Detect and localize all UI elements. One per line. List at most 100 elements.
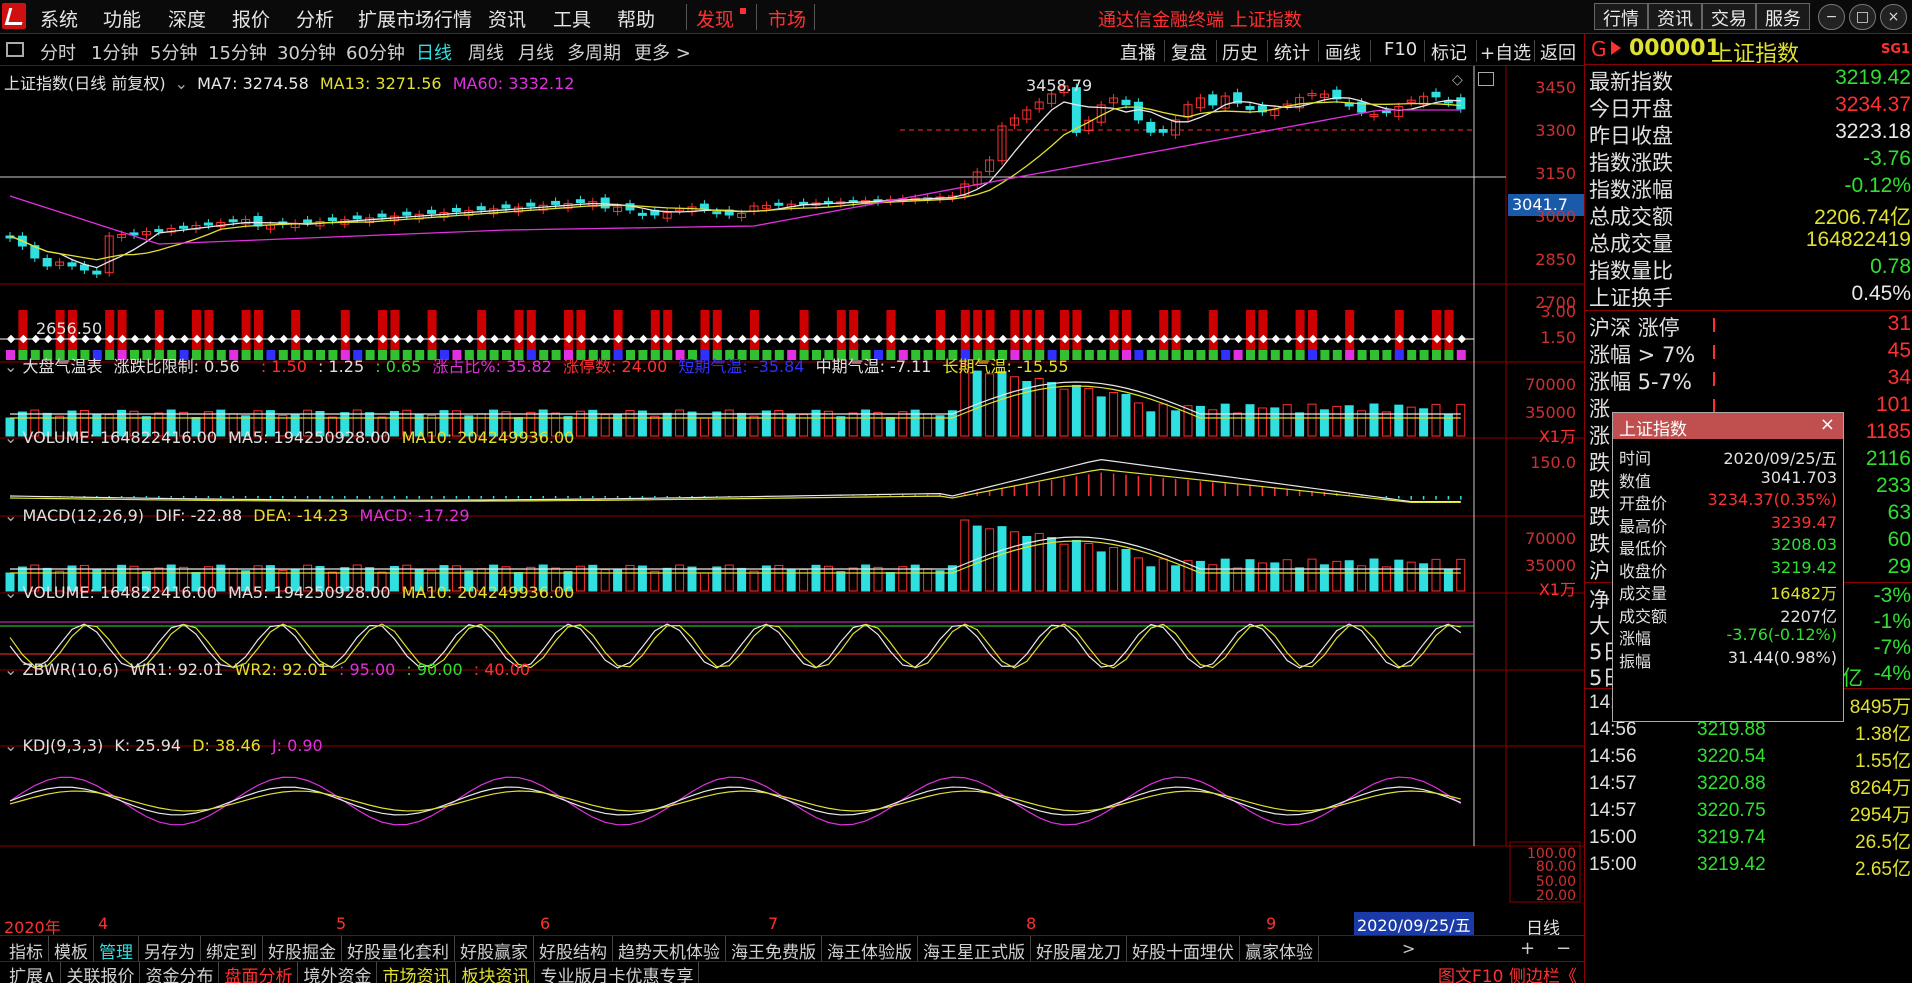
- tool-f10[interactable]: F10: [1384, 39, 1417, 60]
- volume1-bar: [1022, 380, 1032, 437]
- tick-trade-row: 14:57 3220.88 8264万: [1589, 773, 1911, 800]
- ma60-label: MA60: 3332.12: [452, 74, 575, 93]
- volume2-bar: [1047, 537, 1057, 592]
- tool-stats[interactable]: 统计: [1274, 39, 1310, 65]
- quote-row: 总成交量 164822419: [1589, 228, 1911, 256]
- menu-news[interactable]: 资讯: [488, 5, 526, 32]
- candle: [42, 257, 52, 267]
- tooltip-header[interactable]: 上证指数 ×: [1613, 413, 1843, 440]
- group-g-icon[interactable]: G: [1591, 37, 1607, 61]
- quote-row: 总成交额 2206.74亿: [1589, 201, 1911, 229]
- zbwr-wr2: WR2: 92.01: [234, 660, 328, 679]
- status-tab[interactable]: 市场资讯: [377, 962, 457, 983]
- breadth-row[interactable]: 涨幅 5-7% 34: [1589, 366, 1911, 394]
- tool-draw[interactable]: 画线: [1325, 39, 1361, 65]
- period-60min[interactable]: 60分钟: [346, 39, 405, 65]
- period-timeshare[interactable]: 分时: [40, 39, 76, 65]
- volume1-bar: [1394, 404, 1404, 437]
- sg1-badge[interactable]: SG1: [1881, 42, 1910, 57]
- period-monthly[interactable]: 月线: [518, 39, 554, 65]
- chevron-down-icon[interactable]: ⌄: [175, 74, 188, 93]
- period-1min[interactable]: 1分钟: [91, 39, 138, 65]
- menu-help[interactable]: 帮助: [617, 5, 655, 32]
- period-multi[interactable]: 多周期: [567, 39, 621, 65]
- menu-market[interactable]: 市场: [768, 5, 806, 32]
- trade-button[interactable]: 交易: [1702, 3, 1756, 30]
- period-30min[interactable]: 30分钟: [277, 39, 336, 65]
- tool-history[interactable]: 历史: [1222, 39, 1258, 65]
- volume2-bar: [761, 565, 771, 592]
- status-tab[interactable]: 扩展∧: [4, 962, 62, 983]
- x-month-label: 6: [540, 914, 551, 933]
- data-tooltip-window[interactable]: 上证指数 × 时间 2020/09/25/五 数值 3041.703 开盘价 3234.3…: [1612, 412, 1844, 722]
- volume2-panel-title: ⌄ VOLUME: 164822416.00 MA5: 194250928.00…: [4, 583, 574, 602]
- volume2-bar: [1022, 535, 1032, 592]
- remove-tab-icon[interactable]: −: [1556, 938, 1571, 959]
- high-price-label: 3458.79: [1026, 76, 1093, 95]
- tool-add-watchlist[interactable]: +自选: [1480, 39, 1531, 65]
- menu-function[interactable]: 功能: [103, 5, 141, 32]
- f10-sidebar-toggle[interactable]: 图文F10 侧边栏《: [1438, 962, 1577, 983]
- tool-live[interactable]: 直播: [1120, 39, 1156, 65]
- period-weekly[interactable]: 周线: [468, 39, 504, 65]
- period-15min[interactable]: 15分钟: [208, 39, 267, 65]
- minimize-icon[interactable]: −: [1818, 4, 1845, 30]
- trade-volume: 26.5亿: [1855, 832, 1911, 853]
- status-tab[interactable]: 专业版月卡优惠专享: [535, 962, 700, 983]
- tooltip-row: 时间 2020/09/25/五: [1619, 445, 1837, 468]
- period-more[interactable]: 更多 >: [634, 39, 691, 65]
- menu-extended-market[interactable]: 扩展市场行情: [358, 5, 472, 32]
- news-button[interactable]: 资讯: [1648, 3, 1702, 30]
- kdj-k: K: 25.94: [114, 736, 182, 755]
- scroll-right-icon[interactable]: >: [1402, 939, 1415, 958]
- status-tab[interactable]: 资金分布: [140, 962, 220, 983]
- close-icon[interactable]: ×: [1820, 414, 1835, 435]
- tool-replay[interactable]: 复盘: [1171, 39, 1207, 65]
- chevron-down-icon[interactable]: ⌄: [4, 583, 17, 602]
- period-daily[interactable]: 日线: [416, 39, 452, 65]
- volume1-bar: [1257, 407, 1267, 437]
- chevron-down-icon[interactable]: ⌄: [4, 506, 17, 525]
- panel-toggle-icon[interactable]: [6, 42, 24, 57]
- breadth-row[interactable]: 沪深 涨停 31: [1589, 312, 1911, 340]
- menu-discover[interactable]: 发现: [696, 5, 734, 32]
- status-tab[interactable]: 板块资讯: [456, 962, 536, 983]
- quote-row: 今日开盘 3234.37: [1589, 93, 1911, 121]
- menu-analysis[interactable]: 分析: [296, 5, 334, 32]
- layout-icon[interactable]: [1478, 72, 1494, 86]
- close-icon[interactable]: ×: [1880, 4, 1907, 30]
- quote-button[interactable]: 行情: [1594, 3, 1648, 30]
- candle: [1381, 110, 1391, 114]
- menu-system[interactable]: 系统: [40, 5, 78, 32]
- kline-chart-area[interactable]: 上证指数(日线 前复权) ⌄ MA7: 3274.58 MA13: 3271.5…: [0, 66, 1584, 939]
- tooltip-value: 3219.42: [1770, 557, 1837, 577]
- period-5min[interactable]: 5分钟: [150, 39, 197, 65]
- service-button[interactable]: 服务: [1756, 3, 1810, 30]
- chart-canvas[interactable]: [0, 66, 1584, 913]
- status-tab[interactable]: 盘面分析: [219, 962, 299, 983]
- chevron-down-icon[interactable]: ⌄: [4, 736, 17, 755]
- volume2-bar: [1257, 562, 1267, 592]
- breadth-row[interactable]: 涨幅 > 7% 45: [1589, 339, 1911, 367]
- menu-quote[interactable]: 报价: [232, 5, 270, 32]
- breadth-label: 跌: [1589, 451, 1610, 475]
- status-tab[interactable]: 关联报价: [61, 962, 141, 983]
- add-tab-icon[interactable]: +: [1520, 938, 1535, 959]
- menu-depth[interactable]: 深度: [168, 5, 206, 32]
- status-tab[interactable]: 境外资金: [298, 962, 378, 983]
- tooltip-row: 最低价 3208.03: [1619, 535, 1837, 558]
- chevron-down-icon[interactable]: ⌄: [4, 357, 17, 376]
- volume2-bar: [823, 565, 833, 592]
- zbwr-l3: : 40.00: [473, 660, 531, 679]
- trade-time: 14:57: [1589, 800, 1637, 821]
- tool-mark[interactable]: 标记: [1431, 39, 1467, 65]
- tool-back[interactable]: 返回: [1540, 39, 1576, 65]
- volume2-bar: [960, 519, 970, 592]
- chevron-down-icon[interactable]: ⌄: [4, 660, 17, 679]
- diamond-icon[interactable]: ◇: [1452, 72, 1463, 88]
- candle: [1245, 106, 1255, 110]
- menu-tools[interactable]: 工具: [553, 5, 591, 32]
- candle: [203, 222, 213, 226]
- restore-icon[interactable]: □: [1849, 4, 1876, 30]
- chevron-down-icon[interactable]: ⌄: [4, 428, 17, 447]
